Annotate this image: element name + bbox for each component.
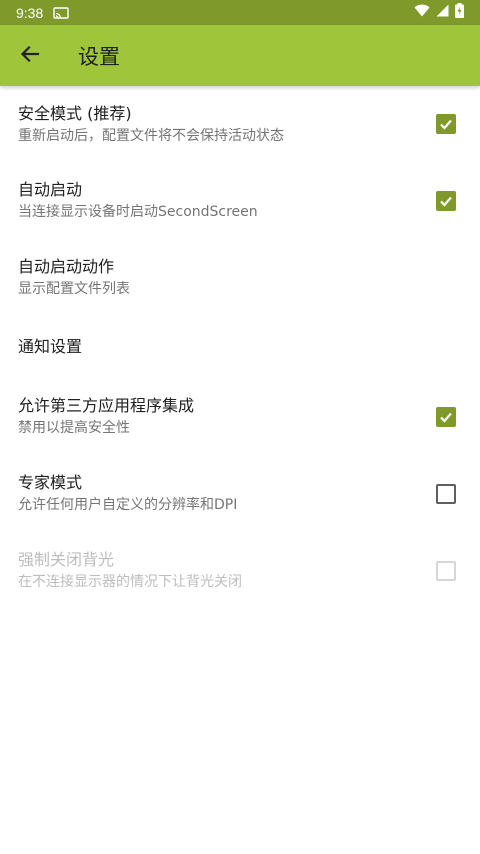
status-time: 9:38 [16,4,44,21]
expert-mode-checkbox[interactable] [436,483,456,504]
cast-icon [53,6,69,19]
setting-third-party[interactable]: 允许第三方应用程序集成 禁用以提高安全性 [0,378,480,455]
force-backlight-checkbox [436,560,456,581]
app-bar: 设置 [0,25,480,86]
arrow-back-icon [20,44,40,68]
setting-summary: 重新启动后，配置文件将不会保持活动状态 [18,127,284,144]
status-bar: 9:38 [0,0,480,25]
setting-title: 自动启动动作 [18,257,115,276]
setting-summary: 当连接显示设备时启动SecondScreen [18,204,258,220]
setting-auto-start[interactable]: 自动启动 当连接显示设备时启动SecondScreen [0,162,480,239]
safe-mode-checkbox[interactable] [436,114,456,134]
setting-notification[interactable]: 通知设置 [0,316,480,378]
battery-charging-icon [455,3,464,22]
third-party-checkbox[interactable] [436,406,456,427]
auto-start-checkbox[interactable] [436,190,456,211]
setting-title: 安全模式 (推荐) [18,103,132,123]
setting-title: 允许第三方应用程序集成 [18,396,195,415]
setting-summary: 显示配置文件列表 [18,281,130,297]
setting-auto-start-action[interactable]: 自动启动动作 显示配置文件列表 [0,239,480,316]
setting-title: 强制关闭背光 [18,550,115,569]
back-button[interactable] [2,28,58,84]
setting-summary: 在不连接显示器的情况下让背光关闭 [18,574,242,590]
setting-title: 自动启动 [18,180,83,199]
setting-force-backlight-off: 强制关闭背光 在不连接显示器的情况下让背光关闭 [0,532,480,609]
status-icons [414,3,464,22]
wifi-icon [414,4,430,21]
setting-summary: 允许任何用户自定义的分辨率和DPI [18,497,238,513]
page-title: 设置 [78,44,120,69]
setting-title: 专家模式 [18,473,83,492]
setting-safe-mode[interactable]: 安全模式 (推荐) 重新启动后，配置文件将不会保持活动状态 [0,86,480,162]
signal-icon [436,4,449,21]
setting-summary: 禁用以提高安全性 [18,420,130,436]
setting-expert-mode[interactable]: 专家模式 允许任何用户自定义的分辨率和DPI [0,455,480,532]
setting-title: 通知设置 [18,337,83,356]
